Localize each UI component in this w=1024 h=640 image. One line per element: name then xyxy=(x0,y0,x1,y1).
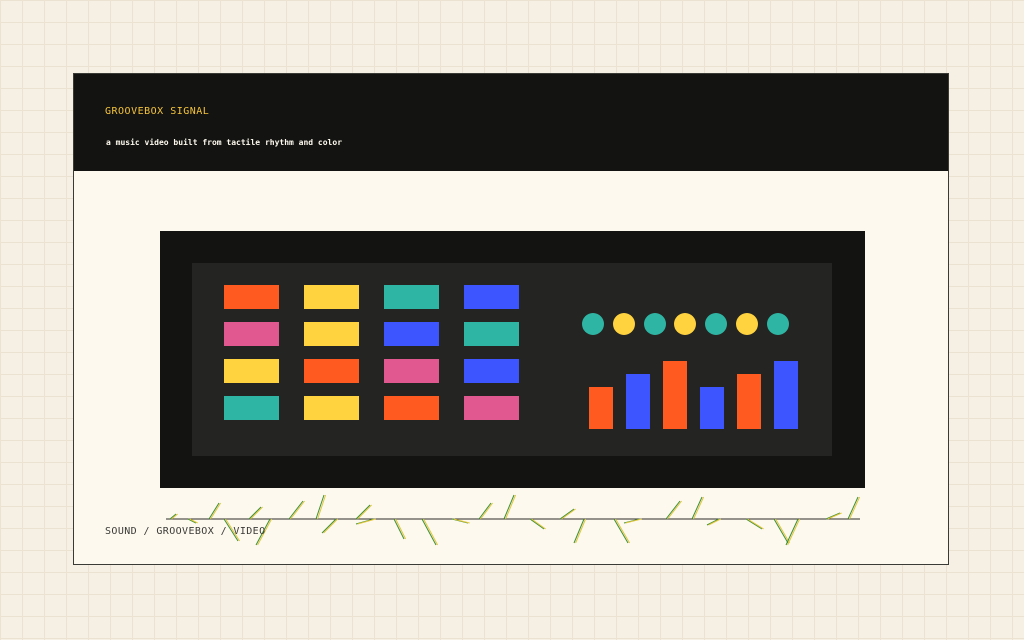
led-3 xyxy=(643,313,666,335)
grass-blade-19-yellow xyxy=(575,518,587,544)
grass-blade-7-green xyxy=(288,500,304,520)
pad-r2-c3[interactable] xyxy=(384,322,439,346)
level-meter-1 xyxy=(589,387,613,429)
grass-blade-23-green xyxy=(691,496,703,520)
grass-blade-18-green xyxy=(559,508,575,520)
groovebox-device xyxy=(160,231,865,488)
pad-r4-c1[interactable] xyxy=(224,396,279,420)
grass-blade-19-green xyxy=(573,518,585,544)
pad-r1-c2[interactable] xyxy=(304,285,359,309)
grass-blade-2-green xyxy=(187,518,197,524)
header-bar: GROOVEBOX SIGNAL a music video built fro… xyxy=(74,74,948,171)
led-1 xyxy=(582,313,604,335)
led-2 xyxy=(612,313,635,335)
grass-blade-3-green xyxy=(208,502,220,520)
grass-blade-8-yellow xyxy=(317,494,327,520)
grass-blade-16-green xyxy=(503,494,515,520)
pad-r1-c4[interactable] xyxy=(464,285,519,309)
led-6 xyxy=(736,313,758,335)
level-meter-4 xyxy=(700,387,724,429)
led-4 xyxy=(674,313,697,335)
grass-blade-28-yellow xyxy=(827,512,842,520)
pad-r3-c1[interactable] xyxy=(224,359,279,383)
grass-blade-24-yellow xyxy=(708,518,721,526)
level-meter-3 xyxy=(663,361,687,429)
pad-r4-c4[interactable] xyxy=(464,396,519,420)
grass-blade-5-yellow xyxy=(250,506,263,520)
pad-r4-c2[interactable] xyxy=(304,396,359,420)
grass-blade-11-yellow xyxy=(357,518,376,525)
page-title: GROOVEBOX SIGNAL xyxy=(105,106,210,117)
grass-blade-12-yellow xyxy=(395,518,407,540)
grass-blade-27-yellow xyxy=(787,518,801,546)
led-7 xyxy=(766,313,789,335)
grass-blade-15-green xyxy=(478,502,492,520)
grass-blade-28-green xyxy=(825,512,841,520)
page-subtitle: a music video built from tactile rhythm … xyxy=(106,138,343,147)
grass-blade-22-green xyxy=(665,500,681,520)
grass-blade-29-yellow xyxy=(849,496,861,520)
grass-blade-24-green xyxy=(706,518,720,526)
grass-blade-12-green xyxy=(393,518,405,540)
footer-breadcrumb: SOUND / GROOVEBOX / VIDEO xyxy=(105,526,266,537)
grass-blade-2-yellow xyxy=(189,518,198,524)
pad-r3-c2[interactable] xyxy=(304,359,359,383)
grass-blade-27-green xyxy=(785,518,799,546)
grass-blade-21-yellow xyxy=(625,518,642,524)
grass-blade-25-yellow xyxy=(747,518,764,530)
grass-blade-26-green xyxy=(773,518,789,544)
pad-r3-c4[interactable] xyxy=(464,359,519,383)
pad-r2-c4[interactable] xyxy=(464,322,519,346)
groovebox-panel xyxy=(192,263,832,456)
grass-blade-18-yellow xyxy=(561,508,576,520)
grass-blade-17-green xyxy=(529,518,545,530)
grass-blade-10-green xyxy=(355,504,371,520)
grass-blade-17-yellow xyxy=(531,518,546,530)
grass-blade-9-yellow xyxy=(323,518,338,534)
grass-blade-26-yellow xyxy=(775,518,791,544)
grass-blade-23-yellow xyxy=(693,496,705,520)
grass-blade-13-green xyxy=(421,518,437,546)
grass-blade-9-green xyxy=(321,518,337,534)
grass-blade-10-yellow xyxy=(357,504,372,520)
pad-r2-c1[interactable] xyxy=(224,322,279,346)
video-card: GROOVEBOX SIGNAL a music video built fro… xyxy=(73,73,949,565)
grass-blade-14-yellow xyxy=(453,518,470,524)
level-meter-2 xyxy=(626,374,650,429)
grass-blade-5-green xyxy=(248,506,262,520)
grass-blade-25-green xyxy=(745,518,763,530)
pad-r3-c3[interactable] xyxy=(384,359,439,383)
pad-r1-c3[interactable] xyxy=(384,285,439,309)
grass-blade-29-green xyxy=(847,496,859,520)
grass-blade-7-yellow xyxy=(290,500,305,520)
grass-blade-15-yellow xyxy=(480,502,494,520)
pad-r2-c2[interactable] xyxy=(304,322,359,346)
grass-blade-22-yellow xyxy=(667,500,682,520)
level-meter-5 xyxy=(737,374,761,429)
grass-blade-8-green xyxy=(315,494,325,520)
grass-blade-13-yellow xyxy=(423,518,439,546)
pad-r1-c1[interactable] xyxy=(224,285,279,309)
grass-blade-16-yellow xyxy=(505,494,517,520)
grass-blade-3-yellow xyxy=(210,502,222,520)
led-5 xyxy=(705,313,728,335)
pad-r4-c3[interactable] xyxy=(384,396,439,420)
level-meter-6 xyxy=(774,361,798,429)
